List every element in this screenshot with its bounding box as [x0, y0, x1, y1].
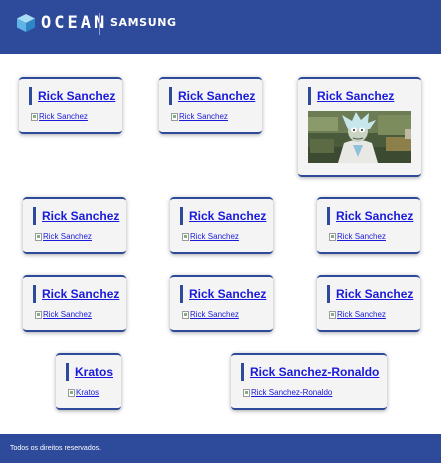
broken-image-icon: [68, 388, 75, 397]
broken-image-icon: [35, 310, 42, 319]
footer-text: Todos os direitos reservados.: [10, 445, 102, 452]
broken-image-icon: [35, 232, 42, 241]
image-alt-link[interactable]: Kratos: [76, 388, 99, 397]
card-title: Rick Sanchez-Ronaldo: [241, 363, 379, 381]
card-image[interactable]: Rick Sanchez: [31, 112, 88, 121]
card-title: Rick Sanchez: [308, 87, 394, 105]
card-image[interactable]: Kratos: [68, 388, 99, 397]
image-alt-link[interactable]: Rick Sanchez: [337, 310, 386, 319]
header: OCEAN SAMSUNG: [0, 0, 441, 54]
card-title: Rick Sanchez: [33, 285, 119, 303]
broken-image-icon: [182, 310, 189, 319]
card-title-link[interactable]: Rick Sanchez: [336, 209, 413, 223]
image-alt-link[interactable]: Rick Sanchez-Ronaldo: [251, 388, 332, 397]
card-image[interactable]: Rick Sanchez: [35, 232, 92, 241]
card-image[interactable]: Rick Sanchez: [182, 310, 239, 319]
card-title-link[interactable]: Rick Sanchez: [336, 287, 413, 301]
cube-logo-icon: [17, 14, 35, 32]
character-card: Rick Sanchez-Ronaldo Rick Sanchez-Ronald…: [231, 353, 387, 410]
character-image-icon: [308, 111, 411, 163]
card-image[interactable]: Rick Sanchez: [329, 232, 386, 241]
image-alt-link[interactable]: Rick Sanchez: [190, 310, 239, 319]
image-alt-link[interactable]: Rick Sanchez: [43, 310, 92, 319]
broken-image-icon: [329, 232, 336, 241]
image-alt-link[interactable]: Rick Sanchez: [43, 232, 92, 241]
card-image[interactable]: Rick Sanchez: [329, 310, 386, 319]
card-title: Rick Sanchez: [169, 87, 255, 105]
card-title: Rick Sanchez: [180, 207, 266, 225]
partner-logo: SAMSUNG: [110, 16, 177, 29]
card-title-link[interactable]: Rick Sanchez: [42, 209, 119, 223]
ocean-logo[interactable]: OCEAN: [16, 13, 107, 33]
brand-name: OCEAN: [41, 13, 108, 33]
card-image[interactable]: Rick Sanchez: [171, 112, 228, 121]
character-card: Rick Sanchez Rick Sanchez: [170, 275, 273, 332]
card-title-link[interactable]: Rick Sanchez: [178, 89, 255, 103]
footer: Todos os direitos reservados.: [0, 434, 441, 463]
character-card: Rick Sanchez Rick Sanchez: [170, 197, 273, 254]
broken-image-icon: [171, 112, 178, 121]
character-card: Rick Sanchez Rick Sanchez: [23, 275, 126, 332]
image-alt-link[interactable]: Rick Sanchez: [179, 112, 228, 121]
character-card: Rick Sanchez Rick Sanchez: [317, 275, 420, 332]
card-title-link[interactable]: Rick Sanchez: [42, 287, 119, 301]
card-title-link[interactable]: Rick Sanchez-Ronaldo: [250, 365, 379, 379]
character-card: Rick Sanchez Rick Sanchez: [19, 77, 122, 134]
card-title-link[interactable]: Rick Sanchez: [38, 89, 115, 103]
header-divider: [99, 13, 100, 35]
character-card: Rick Sanchez Rick Sanchez: [317, 197, 420, 254]
character-card: Rick Sanchez Rick Sanchez: [23, 197, 126, 254]
card-title-link[interactable]: Rick Sanchez: [189, 209, 266, 223]
card-title-link[interactable]: Rick Sanchez: [189, 287, 266, 301]
card-title: Rick Sanchez: [180, 285, 266, 303]
image-alt-link[interactable]: Rick Sanchez: [39, 112, 88, 121]
card-title: Rick Sanchez: [327, 285, 413, 303]
card-title-link[interactable]: Kratos: [75, 365, 113, 379]
card-image[interactable]: [308, 111, 411, 163]
image-alt-link[interactable]: Rick Sanchez: [337, 232, 386, 241]
card-title: Rick Sanchez: [33, 207, 119, 225]
card-title: Rick Sanchez: [327, 207, 413, 225]
character-card: Rick Sanchez Rick Sanchez: [159, 77, 262, 134]
image-alt-link[interactable]: Rick Sanchez: [190, 232, 239, 241]
character-card: Rick Sanchez: [298, 77, 421, 177]
broken-image-icon: [31, 112, 38, 121]
card-image[interactable]: Rick Sanchez: [182, 232, 239, 241]
card-image[interactable]: Rick Sanchez-Ronaldo: [243, 388, 332, 397]
broken-image-icon: [182, 232, 189, 241]
broken-image-icon: [329, 310, 336, 319]
card-title: Kratos: [66, 363, 113, 381]
card-image[interactable]: Rick Sanchez: [35, 310, 92, 319]
character-card: Kratos Kratos: [56, 353, 121, 410]
broken-image-icon: [243, 388, 250, 397]
card-title: Rick Sanchez: [29, 87, 115, 105]
card-title-link[interactable]: Rick Sanchez: [317, 89, 394, 103]
